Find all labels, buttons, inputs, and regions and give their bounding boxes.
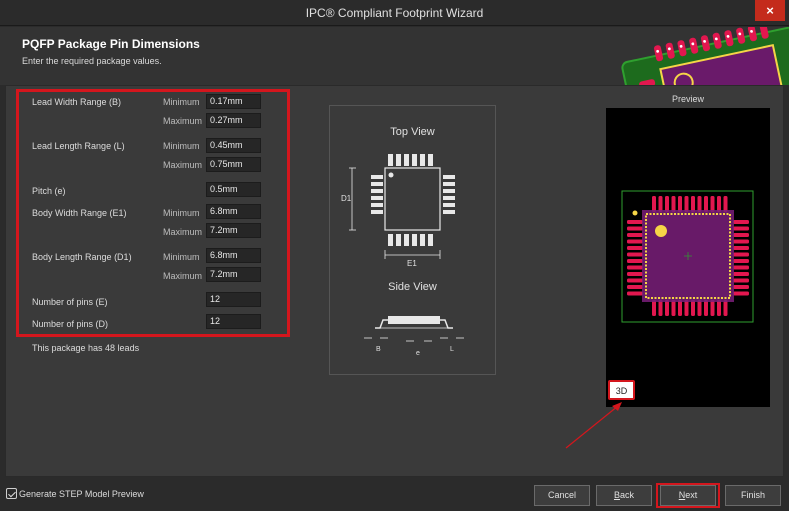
footprint-pad: [697, 196, 702, 212]
d1-label: D1: [341, 194, 352, 203]
footprint-logo-image: [589, 27, 789, 85]
footprint-pad: [627, 272, 643, 276]
footprint-pad: [627, 252, 643, 257]
footprint-pad: [684, 196, 689, 212]
footprint-preview[interactable]: [606, 108, 770, 407]
footprint-pad: [733, 226, 749, 231]
e1-label: E1: [407, 259, 417, 268]
footprint-pad: [665, 300, 669, 316]
page-subtitle: Enter the required package values.: [22, 56, 162, 66]
footprint-pad: [710, 300, 715, 316]
footprint-pad: [733, 285, 749, 289]
step-model-checkbox-row[interactable]: Generate STEP Model Preview: [6, 488, 144, 499]
footprint-pad: [704, 196, 708, 212]
window-title: IPC® Compliant Footprint Wizard: [305, 6, 484, 20]
next-highlight-box: [656, 483, 720, 508]
footprint-pad: [733, 220, 749, 224]
l-label: L: [450, 346, 454, 353]
footprint-pad: [678, 196, 682, 212]
footprint-pad: [733, 278, 749, 283]
footprint-pad: [627, 278, 643, 283]
step-model-checkbox[interactable]: [6, 488, 17, 499]
side-view-label: Side View: [388, 281, 437, 293]
footprint-pad: [665, 196, 669, 212]
footprint-pad: [627, 259, 643, 263]
b-label: B: [376, 346, 381, 353]
footprint-pad: [704, 300, 708, 316]
e-label: e: [416, 350, 420, 357]
footprint-pad: [627, 285, 643, 289]
footprint-pad: [627, 220, 643, 224]
footprint-pad: [723, 196, 728, 212]
cancel-button[interactable]: Cancel: [534, 485, 590, 506]
footprint-pad: [733, 233, 749, 237]
side-view-drawing: [364, 316, 464, 342]
footprint-pad: [627, 226, 643, 231]
footprint-pad: [671, 196, 676, 212]
footprint-pad: [733, 265, 749, 270]
lead-count-info: This package has 48 leads: [32, 343, 140, 353]
footprint-pad: [723, 300, 728, 316]
footprint-pad: [733, 246, 749, 250]
footprint-pad: [658, 196, 663, 212]
footprint-pad: [697, 300, 702, 316]
highlight-annotation-box: [16, 89, 290, 337]
footprint-pad: [627, 239, 643, 244]
footprint-pad: [717, 300, 721, 316]
top-view-drawing: [349, 154, 455, 259]
footprint-pad: [627, 265, 643, 270]
footprint-pad: [627, 233, 643, 237]
footprint-pad: [733, 291, 749, 296]
annotation-arrow: [565, 402, 622, 449]
footprint-pad: [733, 252, 749, 257]
3d-view-button[interactable]: 3D: [608, 380, 635, 400]
footprint-pad: [627, 246, 643, 250]
page-title: PQFP Package Pin Dimensions: [22, 37, 200, 51]
footprint-pad: [658, 300, 663, 316]
title-bar: IPC® Compliant Footprint Wizard ×: [0, 0, 789, 26]
footprint-pad: [733, 272, 749, 276]
footprint-pad: [733, 259, 749, 263]
footprint-pad: [691, 196, 695, 212]
close-button[interactable]: ×: [755, 0, 785, 21]
step-model-checkbox-label: Generate STEP Model Preview: [19, 489, 144, 499]
back-button[interactable]: Back: [596, 485, 652, 506]
footprint-pad: [652, 300, 656, 316]
wizard-header: PQFP Package Pin Dimensions Enter the re…: [0, 27, 789, 85]
footprint-pad: [627, 291, 643, 296]
preview-label: Preview: [671, 94, 704, 104]
footprint-pad: [717, 196, 721, 212]
footprint-pad: [684, 300, 689, 316]
top-view-label: Top View: [390, 126, 435, 138]
footprint-pad: [678, 300, 682, 316]
footprint-pad: [733, 239, 749, 244]
footprint-pad: [710, 196, 715, 212]
footprint-pad: [691, 300, 695, 316]
footprint-pad: [652, 196, 656, 212]
back-label: ack: [620, 490, 635, 500]
finish-button[interactable]: Finish: [725, 485, 781, 506]
package-diagram: Top View D1 E1 Side View B e L: [329, 105, 496, 375]
footprint-pad: [671, 300, 676, 316]
